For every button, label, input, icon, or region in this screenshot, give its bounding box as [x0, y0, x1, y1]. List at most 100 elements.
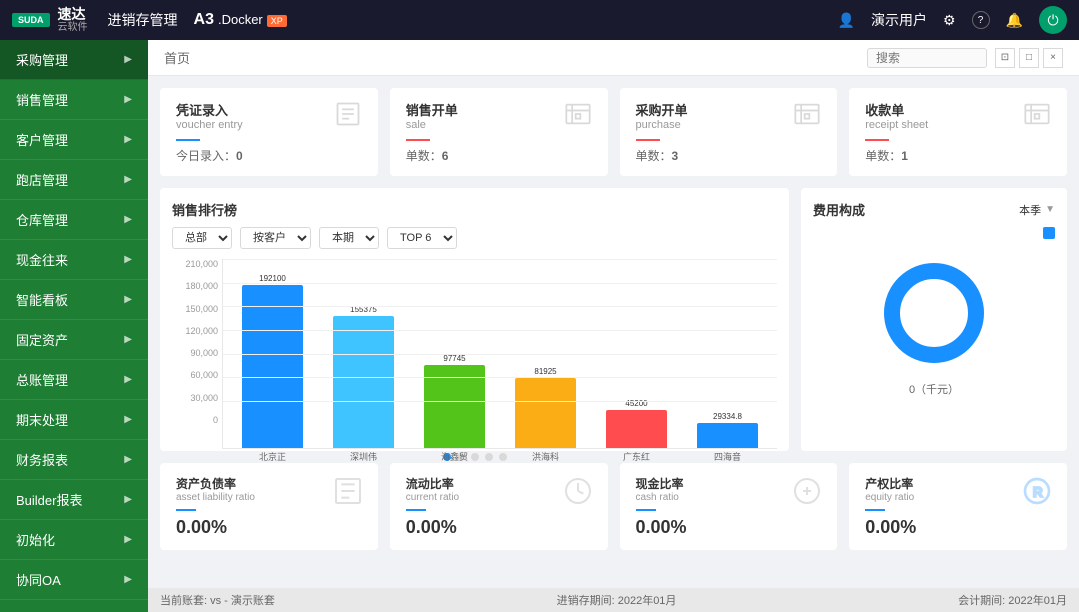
y-label: 90,000: [190, 348, 218, 358]
sidebar-item-init[interactable]: 初始化 ▶: [0, 520, 148, 560]
stat-card-line: [176, 139, 200, 141]
stat-card-line: [406, 139, 430, 141]
bar-chart-inner: 210,000 180,000 150,000 120,000 90,000 6…: [172, 259, 777, 449]
sidebar-label-oa: 协同OA: [16, 570, 61, 589]
settings-icon[interactable]: ⚙: [943, 12, 956, 29]
window-restore-btn[interactable]: ⊡: [995, 48, 1015, 68]
ratio-card-line: [406, 509, 426, 511]
ratio-card-equity: 产权比率 equity ratio R 0.00%: [849, 463, 1067, 550]
grid-line: [223, 283, 777, 284]
bell-icon[interactable]: 🔔: [1006, 12, 1023, 29]
sidebar-item-assets[interactable]: 固定资产 ▶: [0, 320, 148, 360]
top-navigation: SUDA 速达 云软件 进销存管理 A3 .Docker XP 👤 演示用户 ⚙…: [0, 0, 1079, 40]
dept-filter[interactable]: 总部: [172, 227, 232, 249]
sidebar-label-customer: 客户管理: [16, 130, 68, 149]
sidebar-label-dashboard: 智能看板: [16, 290, 68, 309]
brand-name-sub: 云软件: [58, 22, 88, 34]
sidebar-item-dashboard[interactable]: 智能看板 ▶: [0, 280, 148, 320]
sidebar-item-base[interactable]: 基础资料 ▶: [0, 600, 148, 612]
bar-value-label: 97745: [443, 354, 465, 363]
help-icon[interactable]: ?: [972, 11, 990, 29]
middle-row: 销售排行榜 总部 按客户 本期 TOP 6: [160, 188, 1067, 451]
bar-5: [606, 410, 667, 448]
chevron-icon: ▶: [124, 214, 132, 225]
user-name[interactable]: 演示用户: [871, 10, 927, 30]
stat-card-purchase: 采购开单 purchase 单数：3: [620, 88, 838, 176]
chart-title: 销售排行榜: [172, 200, 777, 219]
svg-text:R: R: [1033, 484, 1043, 499]
voucher-icon: [334, 100, 362, 135]
breadcrumb-bar: 首页 ⊡ □ ×: [148, 40, 1079, 76]
stat-card-voucher: 凭证录入 voucher entry 今日录入：0: [160, 88, 378, 176]
y-label: 60,000: [190, 370, 218, 380]
version-box: A3 .Docker XP: [194, 11, 287, 29]
chevron-down-icon: ▼: [1045, 204, 1055, 215]
sidebar-item-warehouse[interactable]: 仓库管理 ▶: [0, 200, 148, 240]
period-filter[interactable]: 本期: [319, 227, 379, 249]
ratio-value: 0.00%: [636, 517, 822, 538]
logo-text: SUDA: [18, 15, 44, 25]
power-button[interactable]: ⏻: [1039, 6, 1067, 34]
bar-1: [242, 285, 303, 448]
top-nav-actions: 👤 演示用户 ⚙ ? 🔔 ⏻: [838, 6, 1067, 34]
chevron-icon: ▶: [124, 294, 132, 305]
brand-name: 速达 云软件: [58, 6, 88, 35]
stat-card-line: [865, 139, 889, 141]
window-maximize-btn[interactable]: □: [1019, 48, 1039, 68]
stat-card-count: 单数：3: [636, 147, 822, 164]
top-filter[interactable]: TOP 6: [387, 227, 457, 249]
stat-card-count: 今日录入：0: [176, 147, 362, 164]
chevron-icon: ▶: [124, 174, 132, 185]
sidebar: 采购管理 ▶ 销售管理 ▶ 客户管理 ▶ 跑店管理 ▶ 仓库管理 ▶ 现金往来 …: [0, 40, 148, 612]
sidebar-item-reports[interactable]: 财务报表 ▶: [0, 440, 148, 480]
status-period: 进销存期间: 2022年01月: [557, 592, 677, 608]
sidebar-item-oa[interactable]: 协同OA ▶: [0, 560, 148, 600]
version-docker: .Docker: [218, 12, 263, 27]
search-input[interactable]: [867, 48, 987, 68]
donut-value: 0（千元）: [909, 381, 959, 397]
sidebar-item-cash[interactable]: 现金往来 ▶: [0, 240, 148, 280]
sidebar-item-purchase[interactable]: 采购管理 ▶: [0, 40, 148, 80]
bars-area: 192100 155375: [222, 259, 777, 449]
sidebar-item-builder[interactable]: Builder报表 ▶: [0, 480, 148, 520]
bar-chart: 210,000 180,000 150,000 120,000 90,000 6…: [172, 259, 777, 439]
bar-4: [515, 378, 576, 448]
sidebar-item-store[interactable]: 跑店管理 ▶: [0, 160, 148, 200]
sidebar-label-warehouse: 仓库管理: [16, 210, 68, 229]
version-a3: A3: [194, 11, 214, 29]
dashboard: 凭证录入 voucher entry 今日录入：0 销售开单 sale: [148, 76, 1079, 588]
y-axis: 210,000 180,000 150,000 120,000 90,000 6…: [172, 259, 222, 449]
status-accounting-period: 会计期间: 2022年01月: [958, 592, 1067, 608]
purchase-icon: [793, 100, 821, 135]
by-filter[interactable]: 按客户: [240, 227, 311, 249]
chevron-icon: ▶: [124, 494, 132, 505]
bar-6: [697, 423, 758, 448]
ratio-card-icon: R: [1021, 475, 1053, 513]
chevron-icon: ▶: [124, 454, 132, 465]
grid-line: [223, 377, 777, 378]
chevron-icon: ▶: [124, 414, 132, 425]
sidebar-label-builder: Builder报表: [16, 490, 82, 509]
sidebar-item-period[interactable]: 期末处理 ▶: [0, 400, 148, 440]
ratio-card-icon: [332, 475, 364, 513]
stat-card-receipt: 收款单 receipt sheet 单数：1: [849, 88, 1067, 176]
sidebar-item-customer[interactable]: 客户管理 ▶: [0, 120, 148, 160]
ratio-card-cash: 现金比率 cash ratio 0.00%: [620, 463, 838, 550]
chart-filters: 总部 按客户 本期 TOP 6: [172, 227, 777, 249]
sidebar-item-sales[interactable]: 销售管理 ▶: [0, 80, 148, 120]
ratio-card-line: [176, 509, 196, 511]
window-close-btn[interactable]: ×: [1043, 48, 1063, 68]
user-icon[interactable]: 👤: [838, 12, 855, 29]
ratio-card-line: [865, 509, 885, 511]
y-label: 30,000: [190, 393, 218, 403]
window-controls: ⊡ □ ×: [995, 48, 1063, 68]
ratio-value: 0.00%: [176, 517, 362, 538]
sidebar-label-init: 初始化: [16, 530, 55, 549]
sidebar-label-assets: 固定资产: [16, 330, 68, 349]
main-layout: 采购管理 ▶ 销售管理 ▶ 客户管理 ▶ 跑店管理 ▶ 仓库管理 ▶ 现金往来 …: [0, 40, 1079, 612]
y-label: 0: [213, 415, 218, 425]
stat-card-count: 单数：6: [406, 147, 592, 164]
ratio-card-asset-liability: 资产负债率 asset liability ratio 0.00%: [160, 463, 378, 550]
sidebar-label-purchase: 采购管理: [16, 50, 68, 69]
sidebar-item-ledger[interactable]: 总账管理 ▶: [0, 360, 148, 400]
